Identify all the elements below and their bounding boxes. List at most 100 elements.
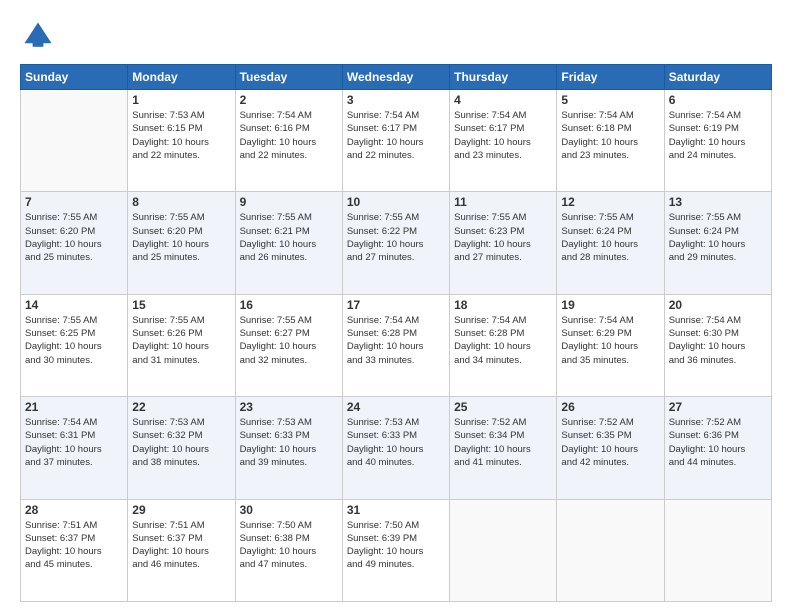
calendar-cell: 24 Sunrise: 7:53 AM Sunset: 6:33 PM Dayli…: [342, 397, 449, 499]
day-info: Sunrise: 7:55 AM Sunset: 6:21 PM Dayligh…: [240, 211, 338, 264]
day-info: Sunrise: 7:51 AM Sunset: 6:37 PM Dayligh…: [132, 519, 230, 572]
calendar-cell: 18Sunrise: 7:54 AM Sunset: 6:28 PM Dayli…: [450, 294, 557, 396]
day-info: Sunrise: 7:54 AM Sunset: 6:29 PM Dayligh…: [561, 314, 659, 367]
calendar-cell: [557, 499, 664, 601]
weekday-header-tuesday: Tuesday: [235, 65, 342, 90]
weekday-header-wednesday: Wednesday: [342, 65, 449, 90]
day-number: 27: [669, 400, 767, 414]
calendar-cell: 8 Sunrise: 7:55 AM Sunset: 6:20 PM Daylig…: [128, 192, 235, 294]
day-info: Sunrise: 7:55 AM Sunset: 6:25 PM Dayligh…: [25, 314, 123, 367]
calendar-cell: 2Sunrise: 7:54 AM Sunset: 6:16 PM Daylig…: [235, 90, 342, 192]
day-number: 26: [561, 400, 659, 414]
calendar-cell: 1 Sunrise: 7:53 AM Sunset: 6:15 PM Daylig…: [128, 90, 235, 192]
calendar-week-row: 7 Sunrise: 7:55 AM Sunset: 6:20 PM Daylig…: [21, 192, 772, 294]
calendar-cell: [450, 499, 557, 601]
day-info: Sunrise: 7:52 AM Sunset: 6:35 PM Dayligh…: [561, 416, 659, 469]
weekday-header-sunday: Sunday: [21, 65, 128, 90]
day-info: Sunrise: 7:50 AM Sunset: 6:38 PM Dayligh…: [240, 519, 338, 572]
day-number: 20: [669, 298, 767, 312]
calendar-cell: 12 Sunrise: 7:55 AM Sunset: 6:24 PM Dayli…: [557, 192, 664, 294]
day-info: Sunrise: 7:54 AM Sunset: 6:31 PM Dayligh…: [25, 416, 123, 469]
calendar-cell: 27Sunrise: 7:52 AM Sunset: 6:36 PM Dayli…: [664, 397, 771, 499]
day-number: 12: [561, 195, 659, 209]
day-info: Sunrise: 7:55 AM Sunset: 6:24 PM Dayligh…: [561, 211, 659, 264]
day-number: 6: [669, 93, 767, 107]
logo: [20, 18, 60, 54]
header: [20, 18, 772, 54]
day-number: 10: [347, 195, 445, 209]
day-info: Sunrise: 7:55 AM Sunset: 6:22 PM Dayligh…: [347, 211, 445, 264]
calendar-cell: 23 Sunrise: 7:53 AM Sunset: 6:33 PM Dayli…: [235, 397, 342, 499]
day-number: 13: [669, 195, 767, 209]
day-number: 1: [132, 93, 230, 107]
calendar-cell: 10 Sunrise: 7:55 AM Sunset: 6:22 PM Dayli…: [342, 192, 449, 294]
calendar-cell: 13 Sunrise: 7:55 AM Sunset: 6:24 PM Dayli…: [664, 192, 771, 294]
calendar-cell: [21, 90, 128, 192]
calendar-cell: 20 Sunrise: 7:54 AM Sunset: 6:30 PM Dayli…: [664, 294, 771, 396]
weekday-header-saturday: Saturday: [664, 65, 771, 90]
day-info: Sunrise: 7:55 AM Sunset: 6:20 PM Dayligh…: [25, 211, 123, 264]
calendar-cell: 17 Sunrise: 7:54 AM Sunset: 6:28 PM Dayli…: [342, 294, 449, 396]
calendar-cell: 15Sunrise: 7:55 AM Sunset: 6:26 PM Dayli…: [128, 294, 235, 396]
calendar-cell: 19 Sunrise: 7:54 AM Sunset: 6:29 PM Dayli…: [557, 294, 664, 396]
day-info: Sunrise: 7:53 AM Sunset: 6:33 PM Dayligh…: [347, 416, 445, 469]
weekday-header-friday: Friday: [557, 65, 664, 90]
calendar-cell: 26 Sunrise: 7:52 AM Sunset: 6:35 PM Dayli…: [557, 397, 664, 499]
day-number: 31: [347, 503, 445, 517]
calendar-week-row: 28 Sunrise: 7:51 AM Sunset: 6:37 PM Dayli…: [21, 499, 772, 601]
day-number: 3: [347, 93, 445, 107]
calendar-cell: 3 Sunrise: 7:54 AM Sunset: 6:17 PM Daylig…: [342, 90, 449, 192]
day-number: 24: [347, 400, 445, 414]
day-info: Sunrise: 7:54 AM Sunset: 6:17 PM Dayligh…: [454, 109, 552, 162]
calendar-week-row: 14 Sunrise: 7:55 AM Sunset: 6:25 PM Dayli…: [21, 294, 772, 396]
day-info: Sunrise: 7:50 AM Sunset: 6:39 PM Dayligh…: [347, 519, 445, 572]
day-info: Sunrise: 7:55 AM Sunset: 6:23 PM Dayligh…: [454, 211, 552, 264]
weekday-header-thursday: Thursday: [450, 65, 557, 90]
day-info: Sunrise: 7:55 AM Sunset: 6:26 PM Dayligh…: [132, 314, 230, 367]
day-info: Sunrise: 7:55 AM Sunset: 6:24 PM Dayligh…: [669, 211, 767, 264]
calendar-cell: 11 Sunrise: 7:55 AM Sunset: 6:23 PM Dayli…: [450, 192, 557, 294]
calendar-table: SundayMondayTuesdayWednesdayThursdayFrid…: [20, 64, 772, 602]
day-number: 18: [454, 298, 552, 312]
day-number: 28: [25, 503, 123, 517]
day-info: Sunrise: 7:53 AM Sunset: 6:15 PM Dayligh…: [132, 109, 230, 162]
day-info: Sunrise: 7:55 AM Sunset: 6:20 PM Dayligh…: [132, 211, 230, 264]
day-number: 25: [454, 400, 552, 414]
day-number: 21: [25, 400, 123, 414]
day-number: 8: [132, 195, 230, 209]
calendar-cell: 4 Sunrise: 7:54 AM Sunset: 6:17 PM Daylig…: [450, 90, 557, 192]
page: SundayMondayTuesdayWednesdayThursdayFrid…: [0, 0, 792, 612]
day-info: Sunrise: 7:53 AM Sunset: 6:33 PM Dayligh…: [240, 416, 338, 469]
day-number: 19: [561, 298, 659, 312]
day-info: Sunrise: 7:54 AM Sunset: 6:30 PM Dayligh…: [669, 314, 767, 367]
calendar-cell: 9Sunrise: 7:55 AM Sunset: 6:21 PM Daylig…: [235, 192, 342, 294]
day-number: 14: [25, 298, 123, 312]
calendar-cell: 25 Sunrise: 7:52 AM Sunset: 6:34 PM Dayli…: [450, 397, 557, 499]
calendar-cell: 5Sunrise: 7:54 AM Sunset: 6:18 PM Daylig…: [557, 90, 664, 192]
day-number: 29: [132, 503, 230, 517]
day-number: 11: [454, 195, 552, 209]
calendar-cell: [664, 499, 771, 601]
calendar-week-row: 1 Sunrise: 7:53 AM Sunset: 6:15 PM Daylig…: [21, 90, 772, 192]
day-info: Sunrise: 7:54 AM Sunset: 6:28 PM Dayligh…: [347, 314, 445, 367]
calendar-cell: 21 Sunrise: 7:54 AM Sunset: 6:31 PM Dayli…: [21, 397, 128, 499]
calendar-cell: 16Sunrise: 7:55 AM Sunset: 6:27 PM Dayli…: [235, 294, 342, 396]
day-info: Sunrise: 7:54 AM Sunset: 6:17 PM Dayligh…: [347, 109, 445, 162]
day-number: 4: [454, 93, 552, 107]
calendar-week-row: 21 Sunrise: 7:54 AM Sunset: 6:31 PM Dayli…: [21, 397, 772, 499]
day-number: 23: [240, 400, 338, 414]
day-info: Sunrise: 7:53 AM Sunset: 6:32 PM Dayligh…: [132, 416, 230, 469]
calendar-cell: 29 Sunrise: 7:51 AM Sunset: 6:37 PM Dayli…: [128, 499, 235, 601]
calendar-cell: 22Sunrise: 7:53 AM Sunset: 6:32 PM Dayli…: [128, 397, 235, 499]
logo-icon: [20, 18, 56, 54]
weekday-header-row: SundayMondayTuesdayWednesdayThursdayFrid…: [21, 65, 772, 90]
day-info: Sunrise: 7:52 AM Sunset: 6:34 PM Dayligh…: [454, 416, 552, 469]
day-number: 7: [25, 195, 123, 209]
calendar-cell: 30 Sunrise: 7:50 AM Sunset: 6:38 PM Dayli…: [235, 499, 342, 601]
day-number: 17: [347, 298, 445, 312]
day-number: 2: [240, 93, 338, 107]
day-number: 30: [240, 503, 338, 517]
calendar-cell: 28Sunrise: 7:51 AM Sunset: 6:37 PM Dayli…: [21, 499, 128, 601]
day-info: Sunrise: 7:54 AM Sunset: 6:19 PM Dayligh…: [669, 109, 767, 162]
calendar-cell: 14 Sunrise: 7:55 AM Sunset: 6:25 PM Dayli…: [21, 294, 128, 396]
